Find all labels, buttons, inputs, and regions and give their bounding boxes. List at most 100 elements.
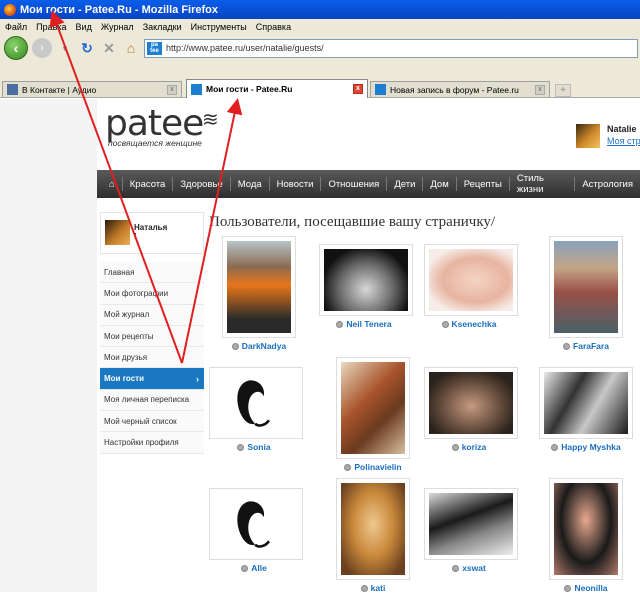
vk-favicon-icon — [7, 84, 18, 95]
tab-close-icon[interactable]: x — [167, 84, 177, 95]
nav-item-astrology[interactable]: Астрология — [575, 177, 640, 191]
guest-name-link[interactable]: Sonia — [247, 442, 270, 452]
back-arrow-icon: ‹ — [13, 40, 19, 56]
nav-item-home[interactable]: Дом — [423, 177, 457, 191]
sidebar-item-messages[interactable]: Моя личная переписка — [100, 389, 204, 412]
nav-item-lifestyle[interactable]: Стиль жизни — [510, 173, 576, 195]
nav-item-health[interactable]: Здоровье — [173, 177, 231, 191]
guest-card[interactable]: DarkNadya — [214, 236, 304, 351]
nav-item-beauty[interactable]: Красота — [123, 177, 174, 191]
nav-item-kids[interactable]: Дети — [387, 177, 424, 191]
my-page-link[interactable]: Моя стра — [607, 136, 640, 146]
chevron-right-icon: › — [196, 373, 199, 384]
user-name: Natalie — [607, 124, 637, 134]
guest-card[interactable]: FaraFara — [541, 236, 631, 351]
window-title: Мои гости - Patee.Ru - Mozilla Firefox — [20, 3, 218, 16]
reload-icon[interactable]: ↻ — [78, 39, 96, 57]
guest-photo[interactable] — [424, 367, 518, 439]
nav-item-fashion[interactable]: Мода — [231, 177, 270, 191]
profile-name[interactable]: Наталья! — [134, 223, 167, 241]
guest-name-link[interactable]: xswat — [462, 563, 486, 573]
avatar[interactable] — [105, 220, 130, 245]
back-button[interactable]: ‹ — [4, 36, 28, 60]
nav-home-icon[interactable]: ⌂ — [97, 177, 123, 191]
guest-photo[interactable] — [539, 367, 633, 439]
guest-card[interactable]: Polinavielin — [328, 357, 418, 472]
guest-card[interactable]: xswat — [424, 488, 518, 573]
guest-card[interactable]: kati — [328, 478, 418, 593]
guest-name-link[interactable]: FaraFara — [573, 341, 609, 351]
sidebar-item-journal[interactable]: Мой журнал — [100, 304, 204, 326]
logo-waves-icon: ≋ — [202, 109, 219, 131]
guest-name-link[interactable]: Happy Myshka — [561, 442, 621, 452]
menu-file[interactable]: Файл — [5, 22, 27, 32]
dropdown-arrow-icon[interactable]: ▾ — [56, 39, 74, 57]
profile-menu: Главная Мои фотографии Мой журнал Мои ре… — [100, 262, 204, 454]
menu-bookmarks[interactable]: Закладки — [143, 22, 182, 32]
menu-help[interactable]: Справка — [256, 22, 291, 32]
guest-photo[interactable] — [424, 244, 518, 316]
sidebar-item-blacklist[interactable]: Мой черный список — [100, 411, 204, 433]
status-dot-icon — [563, 342, 571, 350]
guest-photo[interactable] — [319, 244, 413, 316]
nav-item-news[interactable]: Новости — [270, 177, 322, 191]
tab-close-icon[interactable]: x — [535, 84, 545, 95]
guest-name-link[interactable]: Ksenechka — [452, 319, 497, 329]
forward-button[interactable]: › — [32, 38, 52, 58]
nav-item-recipes[interactable]: Рецепты — [457, 177, 510, 191]
guest-name-link[interactable]: Alle — [251, 563, 267, 573]
guest-photo[interactable] — [549, 236, 623, 338]
sidebar-item-recipes[interactable]: Мои рецепты — [100, 325, 204, 348]
tab-label: Мои гости - Patee.Ru — [206, 84, 293, 94]
guest-name-link[interactable]: Polinavielin — [354, 462, 401, 472]
guest-card[interactable]: Alle — [209, 488, 303, 573]
menu-view[interactable]: Вид — [76, 22, 92, 32]
sidebar-item-home[interactable]: Главная — [100, 262, 204, 284]
guest-photo[interactable] — [209, 488, 303, 560]
guest-card[interactable]: Happy Myshka — [531, 367, 640, 452]
home-icon[interactable]: ⌂ — [122, 39, 140, 57]
guest-photo[interactable] — [336, 357, 410, 459]
guest-card[interactable]: Neonilla — [541, 478, 631, 593]
status-dot-icon — [441, 320, 449, 328]
menu-history[interactable]: Журнал — [101, 22, 134, 32]
guest-photo[interactable] — [336, 478, 410, 580]
site-nav: ⌂ Красота Здоровье Мода Новости Отношени… — [97, 170, 640, 198]
nav-item-relations[interactable]: Отношения — [321, 177, 388, 191]
sidebar-item-friends[interactable]: Мои друзья — [100, 347, 204, 369]
window-titlebar: Мои гости - Patee.Ru - Mozilla Firefox — [0, 0, 640, 19]
avatar[interactable] — [576, 124, 600, 148]
tab-label: Новая запись в форум - Patee.ru — [390, 84, 519, 95]
address-bar[interactable]: pa tee http://www.patee.ru/user/natalie/… — [144, 38, 638, 58]
tab-close-icon[interactable]: x — [353, 84, 363, 94]
guest-card[interactable]: koriza — [424, 367, 518, 452]
status-dot-icon — [237, 443, 245, 451]
tab-bar: В Контакте | Аудио x Мои гости - Patee.R… — [0, 62, 640, 98]
guest-photo[interactable] — [222, 236, 296, 338]
patee-favicon-icon — [191, 83, 202, 95]
guest-photo[interactable] — [424, 488, 518, 560]
site-favicon-icon: pa tee — [147, 41, 162, 55]
guest-card[interactable]: Ksenechka — [424, 244, 518, 329]
stop-icon[interactable]: ✕ — [100, 39, 118, 57]
sidebar-item-guests[interactable]: Мои гости › — [100, 368, 204, 390]
guest-photo[interactable] — [209, 367, 303, 439]
sidebar-item-settings[interactable]: Настройки профиля — [100, 432, 204, 454]
guest-card[interactable]: Sonia — [209, 367, 303, 452]
site-logo[interactable]: patee ≋ посвящается женщине — [105, 103, 235, 163]
guest-card[interactable]: Neil Tenera — [319, 244, 413, 329]
menu-tools[interactable]: Инструменты — [191, 22, 247, 32]
tab-my-guests[interactable]: Мои гости - Patee.Ru x — [186, 79, 368, 98]
tab-vkontakte[interactable]: В Контакте | Аудио x — [2, 81, 182, 97]
tab-label: В Контакте | Аудио — [22, 84, 97, 95]
guest-name-link[interactable]: Neil Tenera — [346, 319, 391, 329]
new-tab-button[interactable]: + — [555, 84, 571, 97]
menu-edit[interactable]: Правка — [36, 22, 66, 32]
guest-photo[interactable] — [549, 478, 623, 580]
sidebar-item-photos[interactable]: Мои фотографии — [100, 283, 204, 305]
navigation-toolbar: ‹ › ▾ ↻ ✕ ⌂ pa tee http://www.patee.ru/u… — [0, 34, 640, 62]
woman-silhouette-icon — [237, 380, 270, 427]
guest-name-link[interactable]: koriza — [462, 442, 487, 452]
tab-forum-entry[interactable]: Новая запись в форум - Patee.ru x — [370, 81, 550, 97]
guest-name-link[interactable]: DarkNadya — [242, 341, 286, 351]
